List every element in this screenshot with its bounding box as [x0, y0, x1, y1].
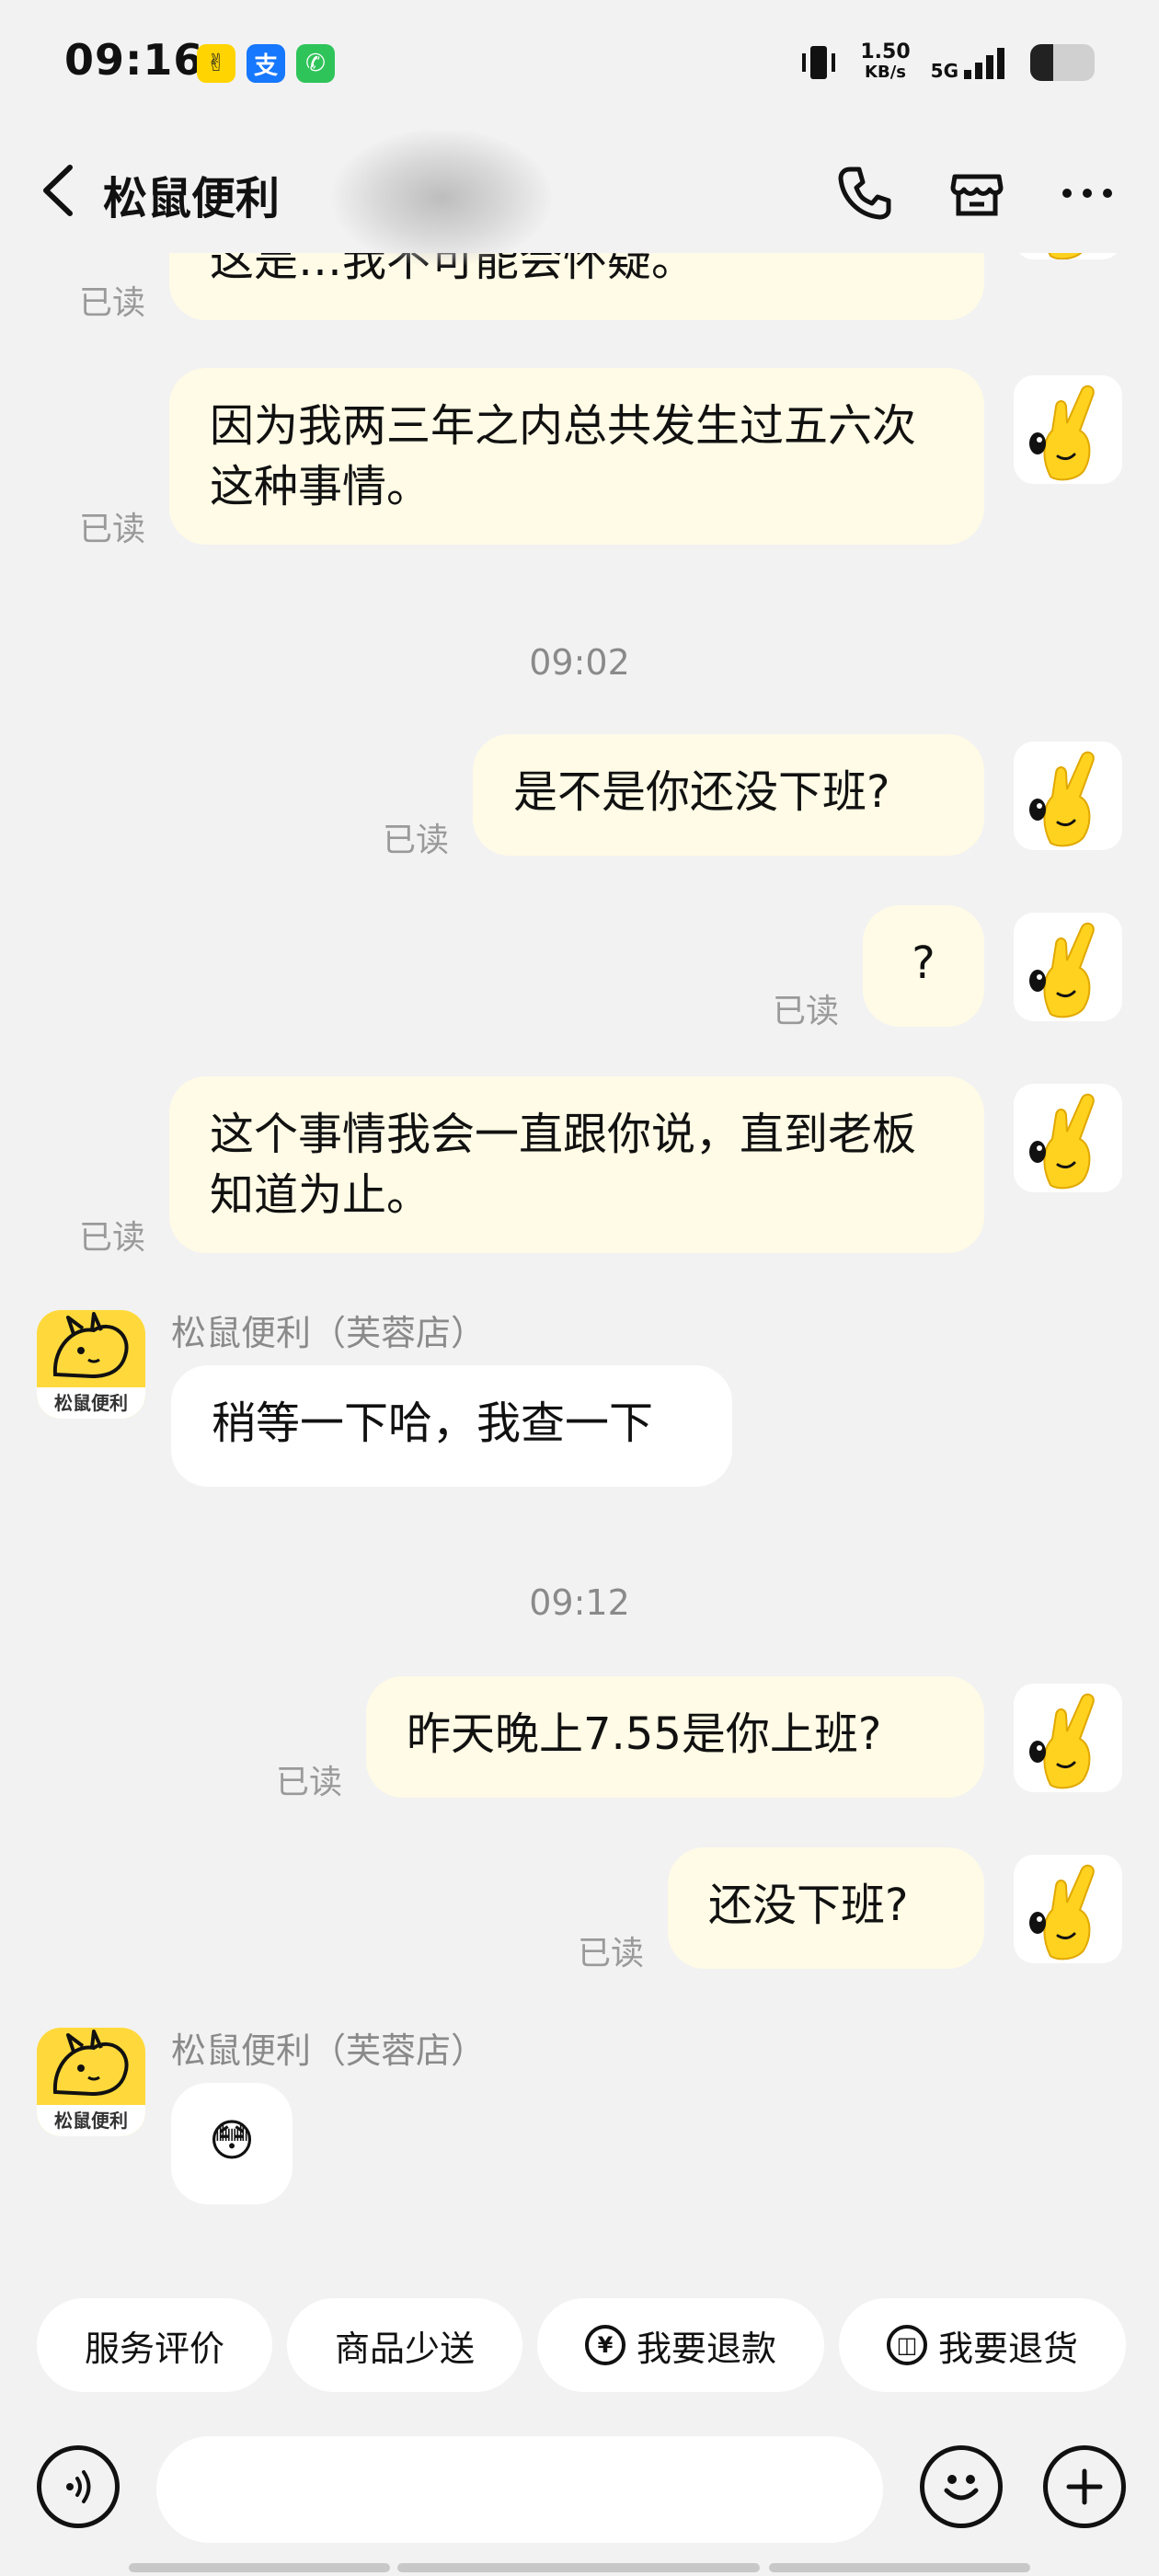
quick-reply-missing-items[interactable]: 商品少送 — [287, 2298, 522, 2392]
chat-area[interactable]: 这是…我不可能会怀疑。 已读 因为我两三年之内总共发生过五六次这种事情。 已读 … — [0, 0, 1159, 2576]
yen-icon: ¥ — [584, 2325, 625, 2365]
read-status: 已读 — [79, 284, 146, 322]
read-status: 已读 — [383, 822, 450, 859]
my-avatar[interactable] — [1014, 375, 1122, 484]
emoji-icon[interactable] — [920, 2445, 1003, 2528]
message-bubble[interactable]: 是不是你还没下班? — [473, 734, 984, 856]
message-bubble[interactable]: 这个事情我会一直跟你说，直到老板知道为止。 — [169, 1076, 984, 1253]
emoji-message-bubble[interactable]: 😳 — [171, 2083, 293, 2204]
timestamp: 09:12 — [529, 1582, 630, 1623]
message-bubble[interactable]: 还没下班? — [668, 1847, 984, 1969]
my-avatar[interactable] — [1014, 1684, 1122, 1792]
read-status: 已读 — [79, 511, 146, 548]
chat-header: 松鼠便利 — [0, 129, 1159, 267]
more-icon[interactable] — [1050, 156, 1124, 230]
return-icon: ◫ — [886, 2325, 927, 2365]
read-status: 已读 — [79, 1219, 146, 1257]
read-status: 已读 — [578, 1935, 645, 1972]
sender-name: 松鼠便利（芙蓉店） — [171, 2030, 487, 2071]
emoji: 😳 — [208, 2115, 256, 2167]
voice-icon[interactable] — [37, 2445, 120, 2528]
scroll-indicator — [397, 2563, 760, 2572]
chat-title: 松鼠便利 — [103, 173, 281, 224]
sender-name: 松鼠便利（芙蓉店） — [171, 1313, 487, 1353]
redacted-area — [331, 129, 552, 267]
my-avatar[interactable] — [1014, 913, 1122, 1021]
plus-icon[interactable] — [1043, 2445, 1126, 2528]
message-bubble[interactable]: 昨天晚上7.55是你上班? — [366, 1676, 984, 1798]
quick-reply-service-rating[interactable]: 服务评价 — [37, 2298, 272, 2392]
my-avatar[interactable] — [1014, 1084, 1122, 1192]
my-avatar[interactable] — [1014, 1855, 1122, 1963]
my-avatar[interactable] — [1014, 742, 1122, 850]
message-bubble[interactable]: 稍等一下哈，我查一下 — [171, 1365, 732, 1487]
timestamp: 09:02 — [529, 642, 630, 683]
scroll-indicator — [769, 2563, 1030, 2572]
read-status: 已读 — [276, 1764, 343, 1801]
quick-reply-return[interactable]: ◫ 我要退货 — [839, 2298, 1126, 2392]
message-bubble[interactable]: 因为我两三年之内总共发生过五六次这种事情。 — [169, 368, 984, 545]
quick-reply-refund[interactable]: ¥ 我要退款 — [537, 2298, 824, 2392]
scroll-indicator — [129, 2563, 390, 2572]
shop-avatar[interactable]: 松鼠便利 — [37, 1310, 145, 1419]
shop-avatar-label: 松鼠便利 — [37, 1387, 145, 1419]
message-bubble[interactable]: ? — [863, 905, 984, 1027]
phone-icon[interactable] — [828, 156, 901, 230]
back-icon[interactable] — [33, 158, 88, 223]
store-icon[interactable] — [940, 156, 1014, 230]
message-input[interactable] — [156, 2436, 883, 2543]
read-status: 已读 — [773, 993, 840, 1030]
shop-avatar[interactable]: 松鼠便利 — [37, 2028, 145, 2136]
shop-avatar-label: 松鼠便利 — [37, 2105, 145, 2136]
